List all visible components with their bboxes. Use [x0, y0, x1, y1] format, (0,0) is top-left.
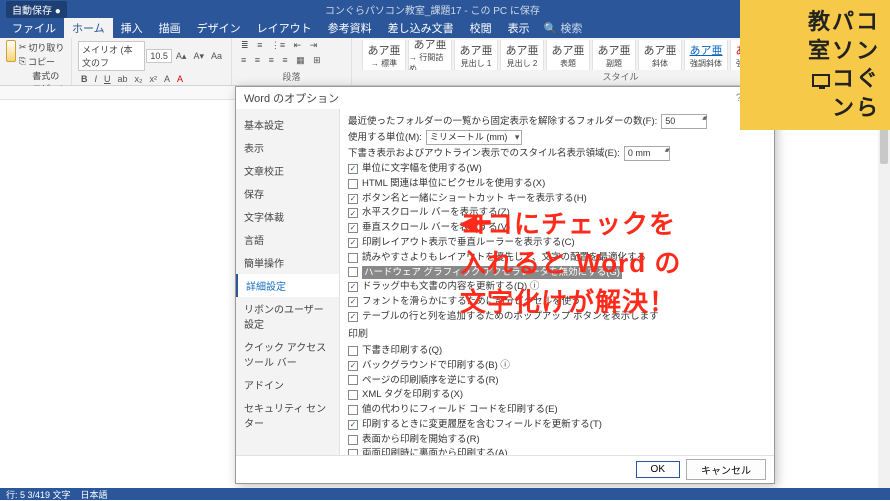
indent-inc-icon[interactable]: ⇥: [307, 39, 321, 51]
status-lang[interactable]: 日本語: [81, 488, 108, 501]
justify-icon[interactable]: ≡: [279, 54, 290, 66]
nav-item-5[interactable]: 言語: [236, 228, 339, 251]
bullets-icon[interactable]: ≣: [238, 39, 252, 51]
nav-item-9[interactable]: クイック アクセス ツール バー: [236, 335, 339, 373]
nav-item-7[interactable]: 詳細設定: [236, 274, 339, 297]
highlight-icon[interactable]: A: [161, 73, 173, 85]
nav-item-0[interactable]: 基本設定: [236, 113, 339, 136]
callout-text: ココにチェックを 入れると Word の 文字化けが解決！: [460, 205, 681, 322]
ribbon-group-font: メイリオ (本文のフ 10.5 A▴ A▾ Aa B I U ab x₂ x² …: [72, 38, 232, 85]
checkbox-front-first[interactable]: [348, 435, 358, 445]
checkbox-reverse-print[interactable]: [348, 375, 358, 385]
dialog-titlebar: Word のオプション ? ✕: [236, 87, 774, 109]
nav-item-11[interactable]: セキュリティ センター: [236, 396, 339, 434]
nav-item-2[interactable]: 文章校正: [236, 159, 339, 182]
shrink-font-icon[interactable]: A▾: [190, 50, 207, 63]
bold-icon[interactable]: B: [78, 73, 91, 85]
style-2[interactable]: あア亜見出し 1: [454, 40, 498, 70]
checkbox-draft-print[interactable]: [348, 346, 358, 356]
checkbox-update-fields[interactable]: [348, 420, 358, 430]
italic-icon[interactable]: I: [92, 73, 101, 85]
checkbox-table-popup[interactable]: [348, 312, 358, 322]
tab-design[interactable]: デザイン: [189, 18, 249, 38]
tab-review[interactable]: 校閲: [462, 18, 500, 38]
tab-view[interactable]: 表示: [500, 18, 538, 38]
section-print: 印刷: [348, 328, 766, 343]
status-page[interactable]: 行: 5 3/419 文字: [6, 488, 71, 501]
tab-mailings[interactable]: 差し込み文書: [380, 18, 462, 38]
nav-item-1[interactable]: 表示: [236, 136, 339, 159]
checkbox-field-codes[interactable]: [348, 405, 358, 415]
checkbox-char-width[interactable]: [348, 164, 358, 174]
ok-button[interactable]: OK: [636, 461, 680, 478]
dialog-title: Word のオプション: [244, 90, 339, 106]
unit-select[interactable]: ミリメートル (mm): [426, 130, 523, 145]
checkbox-vscroll[interactable]: [348, 223, 358, 233]
nav-item-4[interactable]: 文字体裁: [236, 205, 339, 228]
tab-layout[interactable]: レイアウト: [249, 18, 320, 38]
monitor-icon: [812, 74, 830, 87]
group-label-paragraph: 段落: [238, 70, 345, 83]
style-0[interactable]: あア亜→ 標準: [362, 40, 406, 70]
ribbon-group-clipboard: ✂ 切り取り ⎘ コピー 🖌 書式のコピー/貼り付け クリップボード: [0, 38, 72, 85]
sup-icon[interactable]: x²: [147, 73, 161, 85]
vertical-scrollbar[interactable]: [878, 100, 890, 488]
align-left-icon[interactable]: ≡: [238, 54, 249, 66]
ribbon-group-paragraph: ≣ ≡ ⋮≡ ⇤ ⇥ ≡ ≡ ≡ ≡ ▦ ⊞ 段落: [232, 38, 352, 85]
tab-insert[interactable]: 挿入: [113, 18, 151, 38]
checkbox-disable-hw-accel[interactable]: [348, 267, 358, 277]
checkbox-update-drag[interactable]: [348, 282, 358, 292]
paste-icon[interactable]: [6, 40, 16, 62]
shading-icon[interactable]: ▦: [293, 54, 308, 66]
tab-home[interactable]: ホーム: [64, 18, 113, 38]
recent-folders-spinner[interactable]: 50: [661, 114, 707, 129]
indent-dec-icon[interactable]: ⇤: [291, 39, 305, 51]
nav-item-6[interactable]: 簡単操作: [236, 251, 339, 274]
borders-icon[interactable]: ⊞: [310, 54, 324, 66]
checkbox-bg-print[interactable]: [348, 361, 358, 371]
search-box[interactable]: 🔍 検索: [544, 20, 583, 36]
checkbox-subpixel[interactable]: [348, 297, 358, 307]
tab-draw[interactable]: 描画: [151, 18, 189, 38]
clear-format-icon[interactable]: Aa: [208, 50, 225, 62]
checkbox-layout-priority[interactable]: [348, 253, 358, 263]
multilevel-icon[interactable]: ⋮≡: [268, 39, 288, 51]
nav-item-10[interactable]: アドイン: [236, 373, 339, 396]
checkbox-shortcut[interactable]: [348, 194, 358, 204]
window-title: コンぐらパソコン教室_課題17 - この PC に保存: [75, 2, 790, 17]
style-area-width-spinner[interactable]: 0 mm: [624, 146, 670, 161]
tab-file[interactable]: ファイル: [4, 18, 64, 38]
numbering-icon[interactable]: ≡: [254, 39, 265, 51]
dialog-footer: OK キャンセル: [236, 455, 774, 483]
align-center-icon[interactable]: ≡: [252, 54, 263, 66]
style-4[interactable]: あア亜表題: [546, 40, 590, 70]
checkbox-vruler[interactable]: [348, 238, 358, 248]
strike-icon[interactable]: ab: [115, 73, 131, 85]
cut-button[interactable]: ✂ 切り取り: [19, 41, 65, 54]
style-6[interactable]: あア亜斜体: [638, 40, 682, 70]
style-1[interactable]: あア亜→ 行間詰め: [408, 40, 452, 70]
checkbox-hscroll[interactable]: [348, 208, 358, 218]
statusbar: 行: 5 3/419 文字 日本語: [0, 488, 890, 500]
brand-logo: 教パコ 室ソン コぐ ンら: [740, 0, 890, 130]
font-size-select[interactable]: 10.5: [146, 49, 172, 63]
style-3[interactable]: あア亜見出し 2: [500, 40, 544, 70]
nav-item-8[interactable]: リボンのユーザー設定: [236, 297, 339, 335]
cancel-button[interactable]: キャンセル: [686, 459, 766, 480]
sub-icon[interactable]: x₂: [132, 73, 146, 85]
checkbox-xml-tags[interactable]: [348, 390, 358, 400]
underline-icon[interactable]: U: [101, 73, 114, 85]
font-color-icon[interactable]: A: [174, 73, 186, 85]
font-family-select[interactable]: メイリオ (本文のフ: [78, 41, 145, 71]
dialog-nav: 基本設定表示文章校正保存文字体裁言語簡単操作詳細設定リボンのユーザー設定クイック…: [236, 109, 340, 455]
copy-button[interactable]: ⎘ コピー: [19, 55, 65, 68]
align-right-icon[interactable]: ≡: [266, 54, 277, 66]
nav-item-3[interactable]: 保存: [236, 182, 339, 205]
style-5[interactable]: あア亜副題: [592, 40, 636, 70]
style-7[interactable]: あア亜強調斜体: [684, 40, 728, 70]
tab-references[interactable]: 参考資料: [320, 18, 380, 38]
autosave-toggle[interactable]: 自動保存 ●: [6, 1, 67, 18]
grow-font-icon[interactable]: A▴: [173, 50, 190, 63]
checkbox-html-px[interactable]: [348, 179, 358, 189]
